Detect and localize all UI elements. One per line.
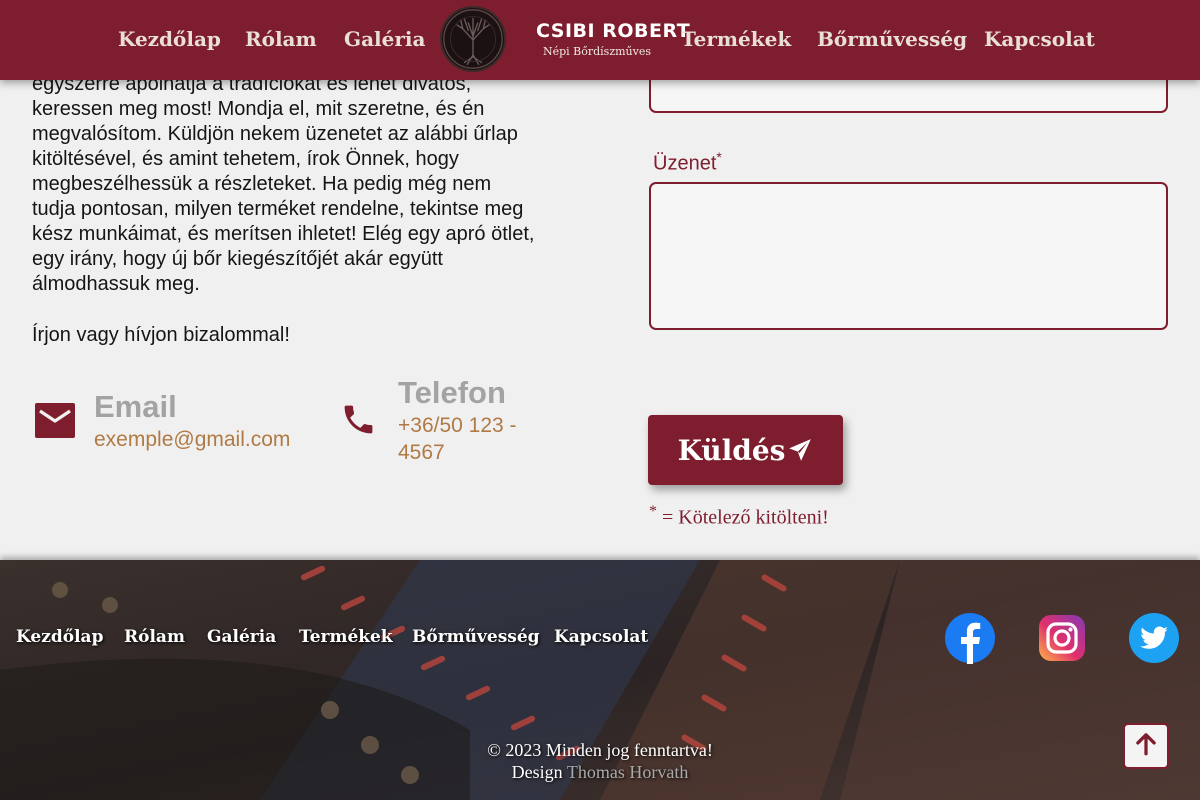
message-label: Üzenet* [653, 149, 722, 176]
twitter-icon[interactable] [1128, 612, 1180, 664]
designer-link[interactable]: Thomas Horvath [567, 762, 688, 782]
paper-plane-icon [787, 437, 813, 463]
tree-of-life-icon[interactable] [440, 6, 506, 72]
brand-subtitle: Népi Bőrdíszműves [542, 45, 652, 58]
intro-line: keressen meg most! Mondja el, mit szeret… [32, 98, 485, 120]
instagram-icon[interactable] [1036, 612, 1088, 664]
footer-link-leatherwork[interactable]: Bőrművesség [412, 627, 540, 647]
required-note: * = Kötelező kitölteni! [649, 503, 829, 530]
phone-value[interactable]: +36/50 123 - 4567 [398, 412, 558, 466]
arrow-up-icon [1133, 731, 1159, 762]
footer-link-home[interactable]: Kezdőlap [16, 627, 103, 647]
message-textarea[interactable] [649, 182, 1168, 330]
email-title: Email [94, 389, 177, 424]
email-value[interactable]: exemple@gmail.com [94, 426, 290, 453]
phone-value-line: +36/50 123 - [398, 414, 517, 437]
phone-title: Telefon [398, 375, 506, 410]
copyright-text: © 2023 Minden jog fenntartva! [487, 740, 713, 760]
message-label-text: Üzenet [653, 152, 717, 175]
intro-line: megvalósítom. Küldjön nekem üzenetet az … [32, 123, 518, 145]
footer-link-gallery[interactable]: Galéria [207, 627, 276, 647]
intro-line: kitöltésével, és amint tehetem, írok Önn… [32, 148, 459, 170]
required-note-text: = Kötelező kitölteni! [662, 506, 829, 529]
intro-line: tudja pontosan, milyen terméket rendelne… [32, 198, 524, 220]
site-header: Kezdőlap Rólam Galéria CSIBI ROBERT Népi… [0, 0, 1200, 80]
nav-link-contact[interactable]: Kapcsolat [984, 27, 1095, 51]
nav-link-about[interactable]: Rólam [245, 27, 317, 51]
design-label: Design [511, 762, 563, 782]
nav-link-leatherwork[interactable]: Bőrművesség [817, 27, 967, 51]
intro-line: kész munkáimat, és merítsen ihletet! Elé… [32, 223, 535, 245]
intro-line: megbeszélhessük a részleteket. Ha pedig … [32, 173, 492, 195]
send-button-label: Küldés [677, 433, 786, 467]
scroll-to-top-button[interactable] [1123, 723, 1169, 769]
send-button[interactable]: Küldés [648, 415, 843, 485]
footer-link-about[interactable]: Rólam [124, 627, 185, 647]
required-marker: * [716, 149, 722, 165]
footer-link-products[interactable]: Termékek [299, 627, 393, 647]
intro-line: egy irány, hogy új bőr kiegészítőjét aká… [32, 248, 443, 270]
footer-link-contact[interactable]: Kapcsolat [554, 627, 648, 647]
intro-line: álmodhassuk meg. [32, 273, 200, 295]
phone-icon [340, 401, 377, 438]
phone-value-line: 4567 [398, 441, 445, 464]
intro-callout: Írjon vagy hívjon bizalommal! [32, 324, 290, 346]
design-credit: Design Thomas Horvath [0, 762, 1200, 783]
intro-paragraph: egyszerre ápolhatja a tradíciókat és leh… [32, 72, 562, 297]
nav-link-products[interactable]: Termékek [681, 27, 791, 51]
nav-link-home[interactable]: Kezdőlap [118, 27, 221, 51]
envelope-icon [35, 403, 75, 438]
nav-link-gallery[interactable]: Galéria [344, 27, 425, 51]
site-footer: Kezdőlap Rólam Galéria Termékek Bőrműves… [0, 560, 1200, 800]
required-note-marker: * [649, 503, 657, 520]
brand-name[interactable]: CSIBI ROBERT [536, 20, 690, 42]
facebook-icon[interactable] [944, 612, 996, 664]
